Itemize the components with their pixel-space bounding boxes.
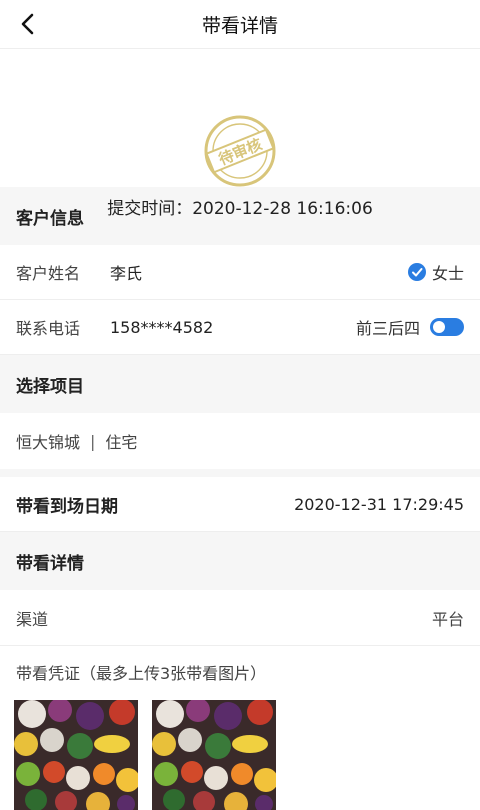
channel-row: 渠道 平台 (0, 590, 480, 646)
project-name: 恒大锦城 (16, 433, 81, 452)
submit-time: 提交时间：2020-12-28 16:16:06 (0, 194, 480, 219)
channel-value: 平台 (431, 609, 464, 629)
select-project-header: 选择项目 (0, 355, 480, 413)
project-type: 住宅 (105, 433, 138, 452)
back-arrow-icon[interactable] (14, 10, 42, 38)
phone-mode-toggle[interactable] (430, 318, 464, 336)
page-title: 带看详情 (201, 14, 278, 37)
phone-label: 联系电话 (16, 319, 81, 338)
status-area: 待审核 提交时间：2020-12-28 16:16:06 (0, 49, 480, 219)
visit-date-value: 2020-12-31 17:29:45 (294, 494, 464, 514)
submit-time-label: 提交时间： (107, 199, 193, 219)
submit-time-value: 2020-12-28 16:16:06 (192, 199, 373, 219)
customer-phone-row: 联系电话 158****4582 前三后四 (0, 300, 480, 355)
project-separator: | (90, 431, 96, 451)
proof-images (0, 684, 480, 810)
channel-label: 渠道 (16, 609, 49, 629)
visit-date-label: 带看到场日期 (16, 496, 118, 517)
gender-option[interactable]: 女士 (407, 260, 464, 284)
phone-mode: 前三后四 (356, 315, 464, 339)
nav-header: 带看详情 (0, 0, 480, 49)
proof-label: 带看凭证（最多上传3张带看图片） (16, 664, 267, 683)
customer-name-label: 客户姓名 (16, 264, 81, 283)
toggle-knob (433, 321, 445, 333)
project-item[interactable]: 恒大锦城 | 住宅 (0, 413, 480, 477)
fruit-photo-icon (14, 700, 138, 810)
visit-details-header: 带看详情 (0, 532, 480, 590)
proof-image[interactable] (152, 700, 276, 810)
checked-circle-icon (407, 263, 426, 281)
fruit-photo-icon (152, 700, 276, 810)
phone-mode-label: 前三后四 (355, 319, 420, 338)
customer-name-row: 客户姓名 李氏 女士 (0, 245, 480, 300)
visit-date-row: 带看到场日期 2020-12-31 17:29:45 (0, 477, 480, 532)
gender-value: 女士 (431, 264, 464, 283)
phone-value: 158****4582 (110, 317, 214, 337)
pending-review-stamp-icon: 待审核 (202, 113, 278, 189)
customer-name-value: 李氏 (110, 264, 143, 283)
proof-image[interactable] (14, 700, 138, 810)
